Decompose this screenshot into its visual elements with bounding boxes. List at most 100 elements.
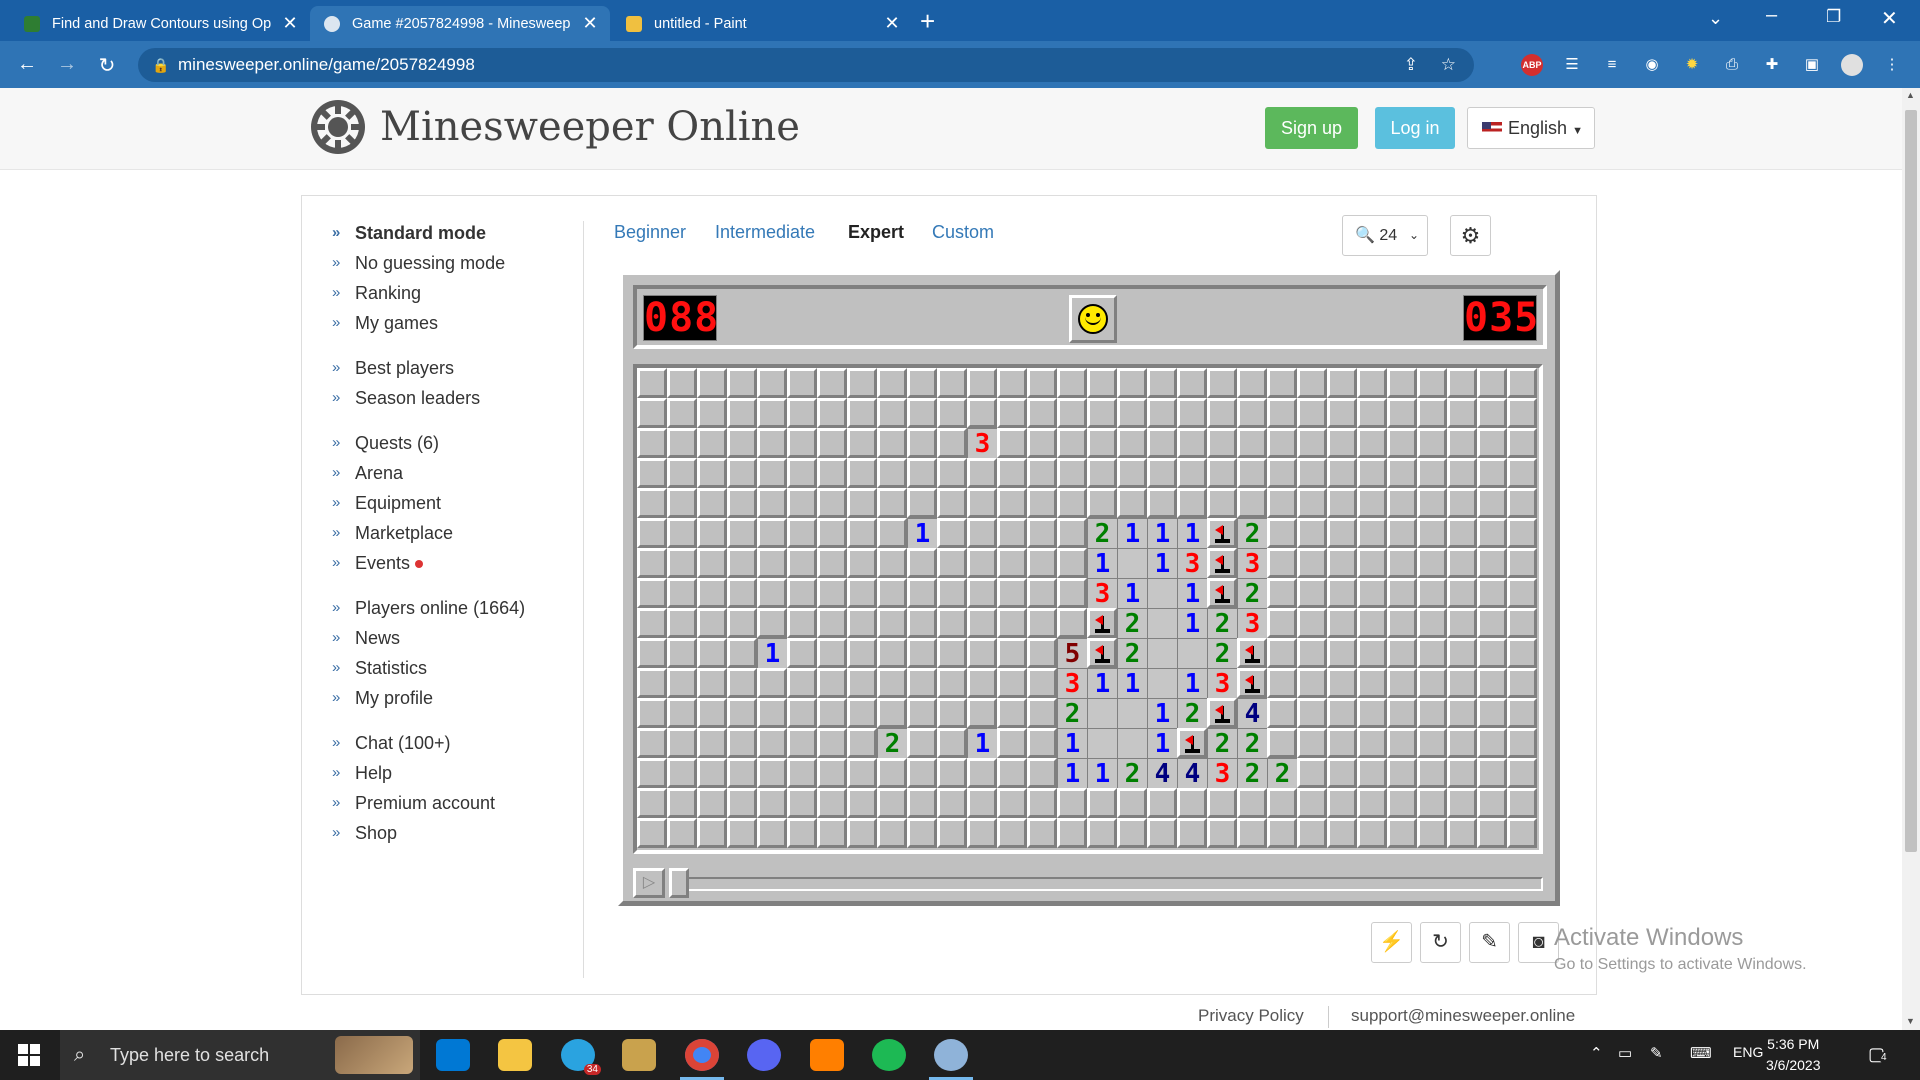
closed-cell[interactable] <box>817 518 847 548</box>
closed-cell[interactable] <box>1447 788 1477 818</box>
closed-cell[interactable] <box>877 608 907 638</box>
closed-cell[interactable] <box>1387 368 1417 398</box>
closed-cell[interactable] <box>1507 488 1537 518</box>
closed-cell[interactable] <box>727 368 757 398</box>
closed-cell[interactable] <box>1387 638 1417 668</box>
closed-cell[interactable] <box>637 608 667 638</box>
closed-cell[interactable] <box>817 428 847 458</box>
closed-cell[interactable] <box>937 518 967 548</box>
closed-cell[interactable] <box>847 368 877 398</box>
closed-cell[interactable] <box>817 788 847 818</box>
closed-cell[interactable] <box>1237 458 1267 488</box>
open-cell[interactable] <box>1147 578 1177 608</box>
closed-cell[interactable] <box>967 518 997 548</box>
closed-cell[interactable] <box>877 428 907 458</box>
closed-cell[interactable] <box>907 458 937 488</box>
number-cell[interactable]: 1 <box>1147 728 1177 759</box>
closed-cell[interactable] <box>1477 398 1507 428</box>
sidepanel-icon[interactable]: ▣ <box>1801 54 1823 76</box>
closed-cell[interactable] <box>937 668 967 698</box>
closed-cell[interactable] <box>1297 428 1327 458</box>
closed-cell[interactable] <box>1327 398 1357 428</box>
closed-cell[interactable] <box>997 608 1027 638</box>
network-icon[interactable]: ▭ <box>1618 1044 1632 1062</box>
closed-cell[interactable] <box>1327 428 1357 458</box>
reload-icon[interactable]: ↻ <box>94 53 120 78</box>
closed-cell[interactable] <box>1207 818 1237 848</box>
closed-cell[interactable] <box>907 428 937 458</box>
closed-cell[interactable] <box>1507 668 1537 698</box>
closed-cell[interactable] <box>727 608 757 638</box>
closed-cell[interactable] <box>877 458 907 488</box>
closed-cell[interactable] <box>1387 728 1417 758</box>
keyboard-icon[interactable]: ⌨ <box>1690 1044 1712 1062</box>
closed-cell[interactable] <box>667 788 697 818</box>
closed-cell[interactable] <box>877 548 907 578</box>
level-expert[interactable]: Expert <box>848 222 904 243</box>
sidebar-item-premium-account[interactable]: » Premium account <box>332 788 582 818</box>
closed-cell[interactable] <box>1297 368 1327 398</box>
closed-cell[interactable] <box>1027 758 1057 788</box>
scroll-down-icon[interactable]: ▼ <box>1906 1016 1915 1026</box>
closed-cell[interactable] <box>1027 428 1057 458</box>
closed-cell[interactable] <box>1327 548 1357 578</box>
closed-cell[interactable] <box>1177 368 1207 398</box>
closed-cell[interactable] <box>1357 608 1387 638</box>
number-cell[interactable]: 4 <box>1147 758 1177 789</box>
closed-cell[interactable] <box>757 698 787 728</box>
closed-cell[interactable] <box>1447 758 1477 788</box>
flag-icon[interactable] <box>1207 578 1237 608</box>
closed-cell[interactable] <box>1147 398 1177 428</box>
closed-cell[interactable] <box>1057 518 1087 548</box>
closed-cell[interactable] <box>1417 728 1447 758</box>
spotify-icon[interactable] <box>872 1039 906 1071</box>
closed-cell[interactable] <box>1447 518 1477 548</box>
closed-cell[interactable] <box>967 548 997 578</box>
sidebar-item-no-guessing-mode[interactable]: » No guessing mode <box>332 248 582 278</box>
closed-cell[interactable] <box>967 698 997 728</box>
closed-cell[interactable] <box>1177 488 1207 518</box>
closed-cell[interactable] <box>937 578 967 608</box>
closed-cell[interactable] <box>907 788 937 818</box>
zoom-select[interactable]: 🔍 24 ⌄ <box>1342 215 1428 256</box>
closed-cell[interactable] <box>997 518 1027 548</box>
closed-cell[interactable] <box>1267 578 1297 608</box>
closed-cell[interactable] <box>937 428 967 458</box>
closed-cell[interactable] <box>1447 398 1477 428</box>
vlc-icon[interactable] <box>810 1039 844 1071</box>
number-cell[interactable]: 1 <box>1087 548 1117 579</box>
closed-cell[interactable] <box>637 548 667 578</box>
closed-cell[interactable] <box>637 758 667 788</box>
closed-cell[interactable] <box>1267 788 1297 818</box>
closed-cell[interactable] <box>1357 458 1387 488</box>
camera-button[interactable]: ◙ <box>1518 922 1559 963</box>
open-cell[interactable] <box>1147 638 1177 668</box>
closed-cell[interactable] <box>997 368 1027 398</box>
signup-button[interactable]: Sign up <box>1265 107 1358 149</box>
flag-icon[interactable] <box>1177 728 1207 758</box>
closed-cell[interactable] <box>1417 818 1447 848</box>
closed-cell[interactable] <box>787 578 817 608</box>
closed-cell[interactable] <box>1477 668 1507 698</box>
number-cell[interactable]: 2 <box>1177 698 1207 729</box>
closed-cell[interactable] <box>1477 608 1507 638</box>
forward-arrow-icon[interactable]: → <box>54 53 80 76</box>
closed-cell[interactable] <box>847 398 877 428</box>
lol-icon[interactable] <box>622 1039 656 1071</box>
open-cell[interactable] <box>1117 728 1147 758</box>
closed-cell[interactable] <box>937 818 967 848</box>
number-cell[interactable]: 1 <box>1177 668 1207 699</box>
number-cell[interactable]: 1 <box>1177 608 1207 639</box>
closed-cell[interactable] <box>1027 368 1057 398</box>
language-select[interactable]: English ▼ <box>1467 107 1595 149</box>
closed-cell[interactable] <box>697 698 727 728</box>
closed-cell[interactable] <box>1507 428 1537 458</box>
number-cell[interactable]: 2 <box>1237 578 1267 609</box>
closed-cell[interactable] <box>1447 668 1477 698</box>
closed-cell[interactable] <box>847 548 877 578</box>
closed-cell[interactable] <box>787 488 817 518</box>
closed-cell[interactable] <box>1177 788 1207 818</box>
closed-cell[interactable] <box>1447 548 1477 578</box>
closed-cell[interactable] <box>937 698 967 728</box>
closed-cell[interactable] <box>1327 638 1357 668</box>
